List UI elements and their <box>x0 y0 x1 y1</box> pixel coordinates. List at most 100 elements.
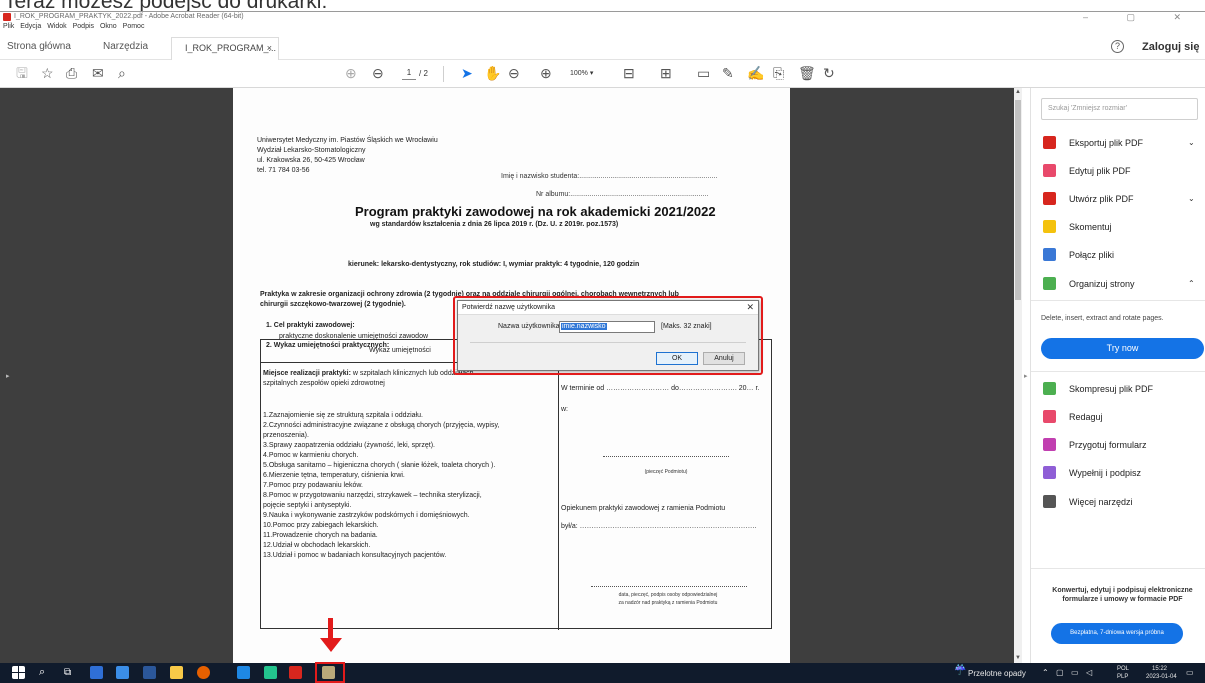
print-icon[interactable]: ⎙ <box>66 66 77 80</box>
task-item: 2.Czynności administracyjne związane z o… <box>263 422 500 429</box>
window-controls[interactable]: – ▢ ✕ <box>1083 12 1199 23</box>
keyboard-code[interactable]: PLP <box>1117 674 1128 681</box>
scroll-down-icon[interactable]: ▼ <box>1015 655 1021 661</box>
menu-podpis[interactable]: Podpis <box>73 23 94 30</box>
stamp-line <box>603 456 729 457</box>
place-bold: Miejsce realizacji praktyki: <box>263 370 351 377</box>
taskbar-highlight-frame <box>315 662 345 683</box>
table-column-divider <box>558 362 559 630</box>
chevron-down-icon[interactable]: ⌄ <box>1188 138 1195 147</box>
menu-plik[interactable]: Plik <box>3 23 14 30</box>
save-icon[interactable]: 🖫 <box>16 66 28 80</box>
redact-icon <box>1043 410 1056 423</box>
task-view-icon[interactable]: ⧉ <box>64 666 77 679</box>
tab-close-icon[interactable]: × <box>267 43 272 53</box>
album-number-field: Nr albumu:..............................… <box>536 191 709 198</box>
menu-okno[interactable]: Okno <box>100 23 117 30</box>
scrollbar-thumb[interactable] <box>1015 100 1021 300</box>
task-item: 12.Udział w obchodach lekarskich. <box>263 542 371 549</box>
supervisor-line: Opiekunem praktyki zawodowej z ramienia … <box>561 505 726 512</box>
menu-pomoc[interactable]: Pomoc <box>123 23 145 30</box>
chevron-up-icon[interactable]: ⌃ <box>1188 279 1195 288</box>
language-code[interactable]: POL <box>1117 666 1129 673</box>
delete-icon[interactable]: 🗑 <box>798 66 816 80</box>
highlight-pen-icon[interactable]: ✎ <box>722 66 734 80</box>
page-number-input[interactable]: 1 <box>402 68 416 80</box>
task-item: 6.Mierzenie tętna, temperatury, ciśnieni… <box>263 472 405 479</box>
chevron-down-icon[interactable]: ⌄ <box>1188 194 1195 203</box>
tool-label: Wypełnij i podpisz <box>1069 468 1141 478</box>
scroll-up-icon[interactable]: ▲ <box>1015 89 1021 95</box>
scroll-mode-icon[interactable]: ⊞ <box>660 66 672 80</box>
zoom-in-icon[interactable]: ⊕ <box>540 66 552 80</box>
tools-search-input[interactable]: Szukaj 'Zmniejsz rozmiar' <box>1041 98 1198 120</box>
promo-text: Konwertuj, edytuj i podpisuj elektronicz… <box>1052 587 1193 603</box>
network-icon[interactable]: ▢ <box>1056 668 1064 677</box>
sign-icon[interactable]: ✍ <box>747 66 764 80</box>
tool-label: Połącz pliki <box>1069 250 1115 260</box>
select-cursor-icon[interactable]: ➤ <box>461 66 473 80</box>
windows-start-icon[interactable] <box>12 666 25 679</box>
email-icon[interactable]: ✉ <box>92 66 104 80</box>
zoom-out-icon[interactable]: ⊖ <box>508 66 520 80</box>
in-label: w: <box>561 406 568 413</box>
try-now-button[interactable]: Try now <box>1041 338 1204 359</box>
panel-divider <box>1031 568 1205 569</box>
clock-date[interactable]: 2023-01-04 <box>1146 674 1177 681</box>
word-app-icon[interactable] <box>143 666 156 679</box>
menu-edycja[interactable]: Edycja <box>20 23 41 30</box>
tray-expand-icon[interactable]: ⌃ <box>1042 668 1049 677</box>
document-view[interactable]: ▸ Uniwersytet Medyczny im. Piastów Śląsk… <box>0 88 1014 663</box>
menu-bar: Plik Edycja Widok Podpis Okno Pomoc <box>0 23 148 34</box>
task-item: 4.Pomoc w karmieniu chorych. <box>263 452 359 459</box>
window-title: I_ROK_PROGRAM_PRAKTYK_2022.pdf - Adobe A… <box>14 13 244 20</box>
section-line: chirurgii szczękowo-twarzowej (2 tygodni… <box>260 301 406 308</box>
bookmark-star-icon[interactable]: ☆ <box>41 66 54 80</box>
display-icon[interactable]: ▭ <box>1071 668 1079 677</box>
expand-left-icon[interactable]: ▸ <box>6 372 10 380</box>
close-icon[interactable]: ✕ <box>746 302 754 313</box>
app-icon[interactable] <box>264 666 277 679</box>
dialog-title: Potwierdź nazwę użytkownika <box>462 304 555 311</box>
search-icon[interactable]: ⌕ <box>39 666 52 679</box>
page-down-icon[interactable]: ⊖ <box>372 66 384 80</box>
edit-pdf-icon <box>1043 164 1056 177</box>
weather-text[interactable]: Przelotne opady <box>968 669 1026 678</box>
page-up-icon[interactable]: ⊕ <box>345 66 357 80</box>
zoom-level: 100% <box>570 70 588 77</box>
collapse-panel-icon[interactable]: ▸ <box>1024 372 1028 380</box>
stamp-icon[interactable]: ⎘ <box>773 66 784 80</box>
rotate-icon[interactable]: ↻ <box>823 66 835 80</box>
comment-icon[interactable]: ▭ <box>697 66 710 80</box>
file-explorer-icon[interactable] <box>170 666 183 679</box>
windows-taskbar: ⌕ ⧉ ☔ Przelotne opady ⌃ ▢ ▭ ◁ POL PLP 15… <box>0 663 1205 683</box>
paint-app-icon[interactable] <box>90 666 103 679</box>
task-item: 1.Zaznajomienie się ze strukturą szpital… <box>263 412 423 419</box>
login-link[interactable]: Zaloguj się <box>1142 41 1199 53</box>
hand-tool-icon[interactable]: ✋ <box>484 66 501 80</box>
username-input[interactable]: imie.nazwisko <box>559 321 655 333</box>
menu-widok[interactable]: Widok <box>47 23 66 30</box>
volume-icon[interactable]: ◁ <box>1086 668 1092 677</box>
notifications-icon[interactable]: ▭ <box>1186 668 1194 677</box>
cancel-button[interactable]: Anuluj <box>703 352 745 365</box>
store-app-icon[interactable] <box>237 666 250 679</box>
task-item: 5.Obsługa sanitarno – higieniczna choryc… <box>263 462 496 469</box>
tab-document[interactable]: I_ROK_PROGRAM_... × <box>171 37 279 60</box>
weather-icon: ☔ <box>954 665 967 676</box>
vertical-scrollbar[interactable]: ▲ ▼ <box>1014 88 1022 663</box>
firefox-icon[interactable] <box>197 666 210 679</box>
tab-home[interactable]: Strona główna <box>7 41 71 52</box>
acrobat-taskbar-icon[interactable] <box>289 666 302 679</box>
help-icon[interactable]: ? <box>1111 40 1124 53</box>
fit-page-icon[interactable]: ⊟ <box>623 66 635 80</box>
prepare-form-icon <box>1043 438 1056 451</box>
zoom-level-dropdown[interactable]: 100% ▾ <box>570 69 593 77</box>
clock-time[interactable]: 15:22 <box>1152 666 1167 673</box>
ok-button[interactable]: OK <box>656 352 698 365</box>
calculator-app-icon[interactable] <box>116 666 129 679</box>
free-trial-button[interactable]: Bezpłatna, 7-dniowa wersja próbna <box>1051 623 1183 644</box>
tab-tools[interactable]: Narzędzia <box>103 41 148 52</box>
student-name-field: Imię i nazwisko studenta:...............… <box>501 173 718 180</box>
search-zoom-icon[interactable]: ⌕ <box>118 66 126 80</box>
